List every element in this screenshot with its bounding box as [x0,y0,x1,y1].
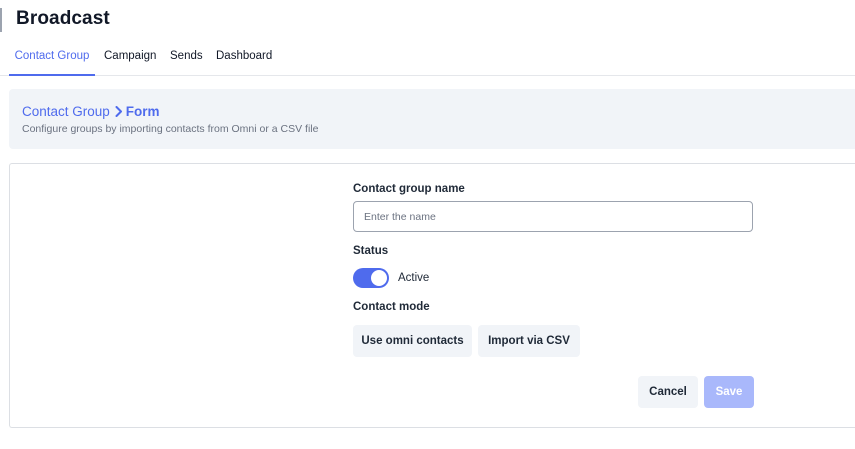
app-title: Broadcast [16,8,110,29]
window-edge [0,8,2,32]
use-omni-contacts-button[interactable]: Use omni contacts [353,325,472,357]
breadcrumb-current: Form [125,104,160,119]
contact-group-form: Contact group name Status Active Contact… [9,163,855,428]
tab-contact-group[interactable]: Contact Group [9,38,95,76]
page-subtitle: Configure groups by importing contacts f… [22,123,319,135]
status-value: Active [398,272,430,284]
cancel-button[interactable]: Cancel [638,376,698,408]
save-button[interactable]: Save [704,376,754,408]
toggle-knob [371,270,387,286]
status-label: Status [353,245,389,257]
tab-bar: Contact Group Campaign Sends Dashboard [0,38,855,76]
import-via-csv-button[interactable]: Import via CSV [478,325,580,357]
page-header: Contact Group Form Configure groups by i… [9,89,855,149]
tab-dashboard[interactable]: Dashboard [216,38,272,75]
tab-campaign[interactable]: Campaign [104,38,156,75]
contact-group-name-label: Contact group name [353,183,465,195]
breadcrumb-contact-group-link[interactable]: Contact Group [22,104,110,119]
contact-mode-label: Contact mode [353,301,430,313]
breadcrumb: Contact Group Form [22,104,160,119]
status-toggle[interactable] [353,268,389,288]
tab-sends[interactable]: Sends [170,38,203,75]
contact-group-name-input[interactable] [353,201,753,232]
chevron-right-icon [115,106,123,117]
